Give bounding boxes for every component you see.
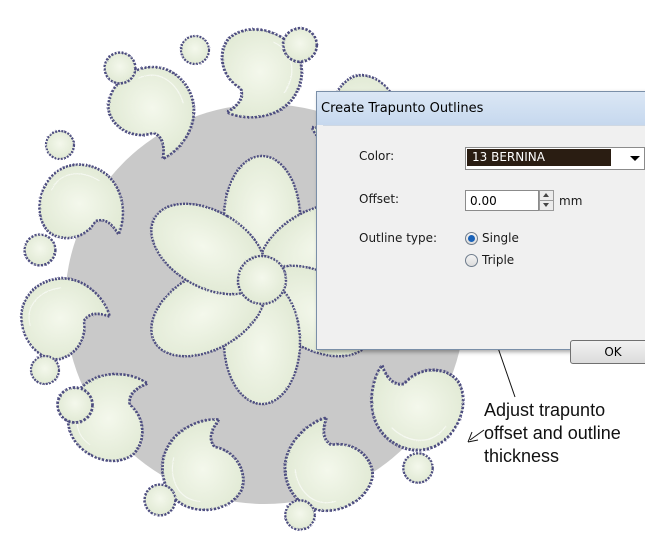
create-trapunto-dialog: Create Trapunto Outlines Color: 13 BERNI… [316, 91, 645, 364]
spin-down-icon[interactable] [540, 201, 553, 210]
color-dropdown-value: 13 BERNINA [467, 149, 611, 166]
color-label: Color: [359, 149, 395, 163]
callout-text: Adjust trapunto offset and outline thick… [484, 399, 621, 468]
offset-label: Offset: [359, 192, 400, 206]
outline-type-label: Outline type: [359, 231, 438, 245]
callout-line: thickness [484, 446, 560, 466]
outline-single-label: Single [482, 231, 519, 245]
spin-up-icon[interactable] [540, 191, 553, 201]
offset-input[interactable] [465, 190, 539, 211]
dialog-titlebar[interactable]: Create Trapunto Outlines [317, 92, 645, 125]
radio-checked-icon[interactable] [465, 232, 478, 245]
outline-triple-label: Triple [482, 253, 515, 267]
radio-unchecked-icon[interactable] [465, 254, 478, 267]
color-dropdown[interactable]: 13 BERNINA [465, 147, 645, 170]
chevron-down-icon[interactable] [630, 156, 640, 161]
dialog-body: Color: 13 BERNINA Offset: mm Outline typ… [323, 125, 645, 364]
callout-line: offset and outline [484, 423, 621, 443]
offset-spinner[interactable] [539, 190, 554, 211]
offset-unit: mm [559, 194, 583, 208]
ok-button[interactable]: OK [570, 340, 645, 364]
callout-line: Adjust trapunto [484, 400, 606, 420]
dialog-title: Create Trapunto Outlines [321, 101, 484, 116]
